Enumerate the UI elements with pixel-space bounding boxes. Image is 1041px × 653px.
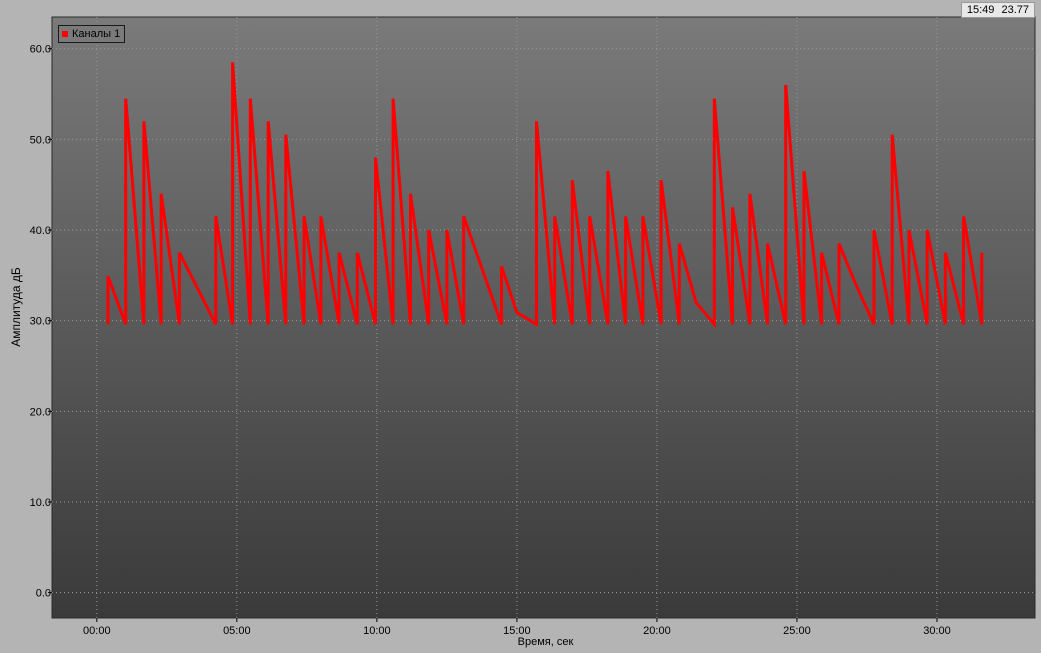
legend-label: Каналы 1 [72,28,121,40]
y-tick-label: 50.0 [30,134,51,146]
x-axis-label: Время, сек [517,636,574,648]
chart-canvas: 0.0 10.0 20.0 30.0 40.0 50.0 60.0 00:00 05:00 10… [30,16,1036,637]
cursor-readout: 15:49 23.77 [960,2,1035,18]
y-tick-label: 60.0 [30,44,51,56]
chart-window: 0.0 10.0 20.0 30.0 40.0 50.0 60.0 00:00 05:00 10… [0,0,1041,653]
y-axis-ticks: 0.0 10.0 20.0 30.0 40.0 50.0 60.0 [30,44,52,600]
readout-value: 23.77 [1001,4,1029,16]
y-tick-label: 20.0 [30,406,51,418]
readout-time: 15:49 [966,4,995,16]
y-tick-label: 40.0 [30,225,51,237]
y-tick-label: 10.0 [30,497,51,509]
legend-swatch [62,31,68,37]
plot-area [51,16,1036,619]
y-tick-label: 30.0 [30,316,51,328]
legend[interactable]: Каналы 1 [58,25,126,43]
y-axis-label: Амплитуда дБ [9,267,23,347]
x-axis-ticks: 00:00 05:00 10:00 15:00 20:00 25:00 30:00 [83,618,951,637]
y-tick-label: 0.0 [36,588,51,600]
